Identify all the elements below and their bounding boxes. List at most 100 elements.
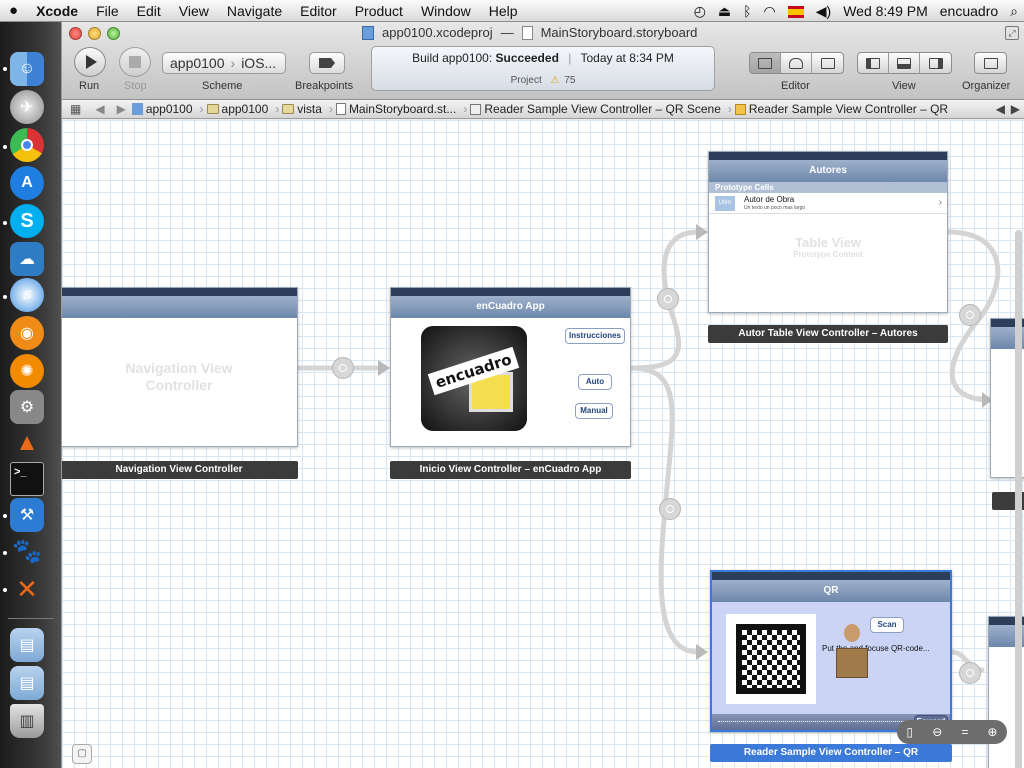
fullscreen-icon[interactable]: ⤢: [1005, 26, 1019, 40]
prototype-cell[interactable]: Utim Autor de Obra Un texto un poco mas …: [709, 193, 947, 214]
next-issue-icon[interactable]: ▶: [1011, 102, 1020, 116]
close-window-button[interactable]: [69, 27, 82, 40]
scene-inicio-view-controller[interactable]: enCuadro App encuadro Instrucciones Auto…: [390, 287, 631, 447]
chrome-icon[interactable]: [10, 128, 44, 162]
instrucciones-button[interactable]: Instrucciones: [565, 328, 625, 344]
scene-label-navigation[interactable]: Navigation View Controller: [62, 461, 298, 479]
toggle-debug-area-button[interactable]: [889, 53, 920, 73]
itunes-icon[interactable]: ♫: [10, 278, 44, 312]
scan-button[interactable]: Scan: [870, 617, 904, 633]
crumb-project[interactable]: app0100: [131, 102, 197, 116]
version-editor-icon: [820, 57, 835, 69]
segue-push-icon[interactable]: [657, 288, 679, 310]
breakpoints-button[interactable]: [309, 52, 345, 74]
slider-track[interactable]: [718, 721, 908, 723]
run-button[interactable]: [74, 47, 106, 77]
manual-button[interactable]: Manual: [575, 403, 613, 419]
crumb-storyboard[interactable]: MainStoryboard.st...: [335, 102, 460, 116]
bluetooth-icon[interactable]: ᛒ: [737, 3, 757, 19]
terminal-icon[interactable]: >_: [10, 462, 44, 496]
scene-navigation-view-controller[interactable]: Navigation View Controller: [62, 287, 298, 447]
menu-navigate[interactable]: Navigate: [218, 3, 291, 19]
scene-autores-table-view-controller[interactable]: Autores Prototype Cells Utim Autor de Ob…: [708, 151, 948, 313]
app-store-icon[interactable]: A: [10, 166, 44, 200]
scene-reader-qr[interactable]: QR Scan Put the and focuse QR-code... Fo…: [710, 570, 952, 732]
wifi-icon[interactable]: ◠: [758, 3, 782, 20]
crumb-folder[interactable]: vista: [282, 102, 326, 116]
menu-editor[interactable]: Editor: [291, 3, 346, 19]
xcode-icon[interactable]: ⚒: [10, 498, 44, 532]
menu-file[interactable]: File: [87, 3, 128, 19]
blender-icon[interactable]: ◉: [10, 316, 44, 350]
view-toggle-control: [857, 52, 952, 74]
toggle-navigator-button[interactable]: [858, 53, 889, 73]
volume-icon[interactable]: ◀): [810, 3, 837, 20]
organizer-button[interactable]: [974, 52, 1007, 74]
skype-icon[interactable]: S: [10, 204, 44, 238]
assistant-editor-button[interactable]: [781, 53, 812, 73]
downloads-folder-icon[interactable]: ▤: [10, 666, 44, 700]
minimize-window-button[interactable]: [88, 27, 101, 40]
crumb-group-label: app0100: [221, 102, 269, 116]
system-preferences-icon[interactable]: ⚙: [10, 390, 44, 424]
segue-push-icon[interactable]: [659, 498, 681, 520]
auto-button[interactable]: Auto: [578, 374, 612, 390]
time-machine-icon[interactable]: ◴: [688, 3, 712, 20]
scene-label-autores[interactable]: Autor Table View Controller – Autores: [708, 325, 948, 343]
segue-relationship-icon[interactable]: [332, 357, 354, 379]
zoom-out-icon[interactable]: ⊖: [932, 725, 942, 739]
forward-icon[interactable]: ▶: [111, 102, 132, 116]
menu-app-xcode[interactable]: Xcode: [27, 3, 87, 19]
menu-edit[interactable]: Edit: [128, 3, 170, 19]
zoom-in-icon[interactable]: ⊕: [987, 725, 997, 739]
device-toggle-icon[interactable]: ▯: [907, 725, 914, 739]
menu-window[interactable]: Window: [412, 3, 480, 19]
vertical-scrollbar[interactable]: [1015, 230, 1022, 768]
openoffice-icon[interactable]: ☁: [10, 242, 44, 276]
crumb-scene[interactable]: Reader Sample View Controller – QR Scene: [470, 102, 725, 116]
segue-push-icon[interactable]: [959, 662, 981, 684]
warning-icon[interactable]: ⚠: [545, 75, 562, 86]
ghost-title: Navigation View Controller: [62, 360, 297, 394]
eject-icon[interactable]: ⏏: [712, 3, 737, 20]
menu-product[interactable]: Product: [346, 3, 412, 19]
status-bar: [712, 572, 950, 580]
clock[interactable]: Wed 8:49 PM: [837, 3, 934, 19]
apple-menu-icon[interactable]: ●: [0, 2, 27, 19]
zoom-window-button[interactable]: [107, 27, 120, 40]
menu-help[interactable]: Help: [480, 3, 527, 19]
crumb-group[interactable]: app0100: [206, 102, 273, 116]
input-source-flag-icon[interactable]: [782, 3, 810, 19]
storyboard-canvas[interactable]: Navigation View Controller Navigation Vi…: [62, 120, 1024, 768]
previous-issue-icon[interactable]: ◀: [996, 102, 1005, 116]
launchpad-icon[interactable]: ✈: [10, 90, 44, 124]
scene-label-inicio[interactable]: Inicio View Controller – enCuadro App: [390, 461, 631, 479]
applications-folder-icon[interactable]: ▤: [10, 628, 44, 662]
project-label: Project: [510, 75, 542, 86]
navigation-bar-title: QR: [712, 580, 950, 602]
zoom-fit-icon[interactable]: =: [961, 725, 968, 739]
canvas-document-outline-toggle[interactable]: ▢: [72, 744, 92, 764]
crumb-controller[interactable]: Reader Sample View Controller – QR: [734, 102, 952, 116]
standard-editor-button[interactable]: [750, 53, 781, 73]
vlc-icon[interactable]: ✺: [10, 354, 44, 388]
user-name[interactable]: encuadro: [934, 3, 1004, 19]
scheme-selector[interactable]: app0100 › iOS...: [162, 52, 286, 74]
organizer-button-face[interactable]: [975, 53, 1006, 73]
stop-button[interactable]: [119, 47, 151, 77]
menu-view[interactable]: View: [170, 3, 218, 19]
warning-count[interactable]: 75: [564, 75, 575, 86]
trash-icon[interactable]: ▥: [10, 704, 44, 738]
segue-push-icon[interactable]: [959, 304, 981, 326]
back-icon[interactable]: ◀: [89, 102, 110, 116]
finder-icon[interactable]: ☺: [10, 52, 44, 86]
gimp-icon[interactable]: 🐾: [10, 534, 44, 568]
spotlight-search-icon[interactable]: ⌕: [1004, 3, 1024, 20]
jump-bar: ▦ ◀ ▶ app0100 › app0100 › vista › MainSt…: [62, 100, 1024, 119]
x11-icon[interactable]: ✕: [10, 572, 44, 606]
scene-label-qr[interactable]: Reader Sample View Controller – QR: [710, 744, 952, 762]
matlab-icon[interactable]: ▲: [10, 426, 44, 460]
version-editor-button[interactable]: [812, 53, 843, 73]
toggle-utilities-button[interactable]: [920, 53, 951, 73]
related-items-icon[interactable]: ▦: [62, 102, 89, 116]
